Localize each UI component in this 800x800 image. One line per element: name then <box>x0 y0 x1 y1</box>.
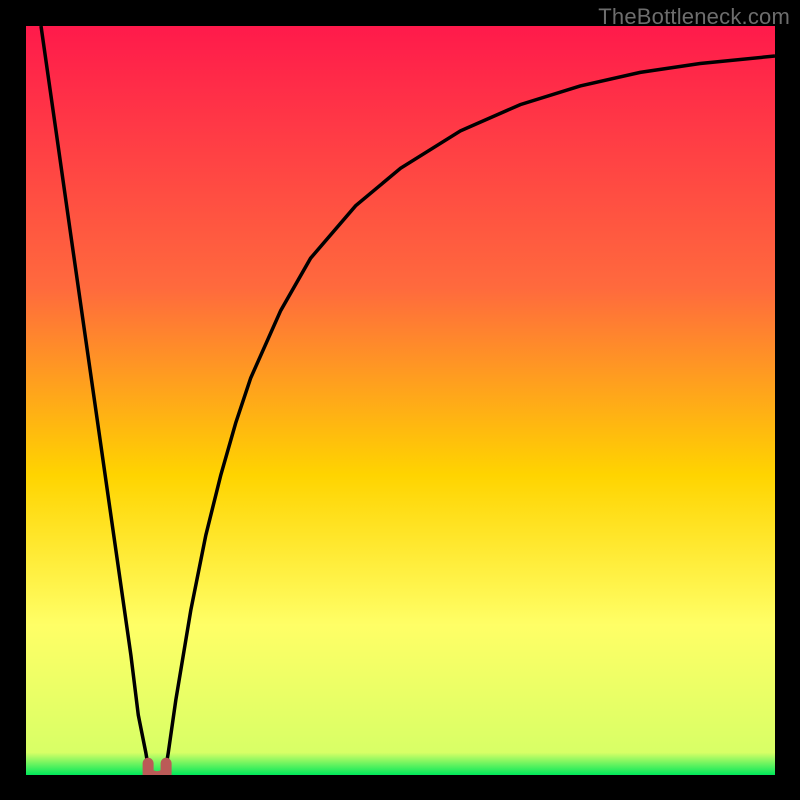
gradient-background <box>26 26 775 775</box>
watermark-label: TheBottleneck.com <box>598 4 790 30</box>
chart-frame: TheBottleneck.com <box>0 0 800 800</box>
chart-svg <box>26 26 775 775</box>
plot-area <box>26 26 775 775</box>
